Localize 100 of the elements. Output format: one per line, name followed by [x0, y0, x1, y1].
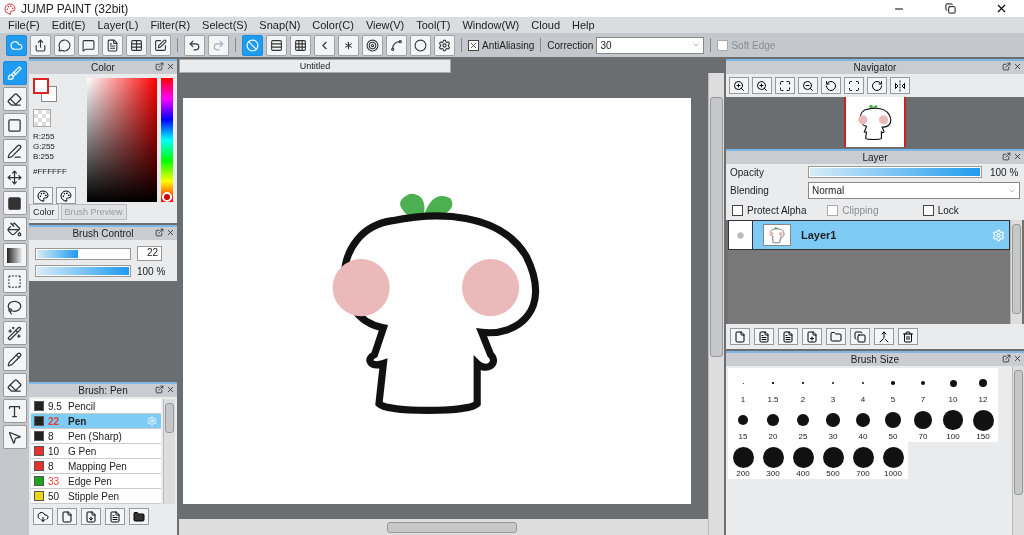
palette-button[interactable]	[33, 187, 53, 204]
brush-item[interactable]: 9.5 Pencil	[31, 399, 161, 414]
correction-dropdown[interactable]: 30	[596, 36, 705, 54]
tool-button[interactable]	[2, 373, 27, 397]
menu-item[interactable]: Color(C)	[306, 19, 360, 31]
toolbar-button[interactable]	[54, 34, 75, 56]
brush-size-option[interactable]: 20	[758, 405, 788, 442]
undock-icon[interactable]	[1002, 62, 1011, 71]
menu-item[interactable]: View(V)	[359, 19, 411, 31]
menu-item[interactable]: Tool(T)	[410, 19, 457, 31]
navigator-button[interactable]	[867, 77, 887, 94]
checkbox[interactable]	[922, 205, 934, 216]
close-icon[interactable]	[1013, 152, 1022, 161]
snap-button[interactable]	[290, 34, 311, 56]
tool-button[interactable]	[2, 425, 27, 449]
checkbox[interactable]	[468, 39, 479, 51]
document-tab[interactable]: Untitled	[179, 59, 451, 73]
navigator-button[interactable]	[798, 77, 818, 94]
size-field[interactable]: 22	[137, 246, 162, 261]
toolbar-button[interactable]	[102, 34, 123, 56]
tool-button[interactable]	[2, 87, 27, 111]
tool-button[interactable]	[2, 243, 27, 267]
brush-size-option[interactable]: 1000	[878, 442, 908, 479]
snap-button[interactable]	[266, 34, 287, 56]
palette-button[interactable]	[56, 187, 76, 204]
undo-button[interactable]	[184, 34, 205, 56]
menu-item[interactable]: Edit(E)	[45, 19, 92, 31]
undock-icon[interactable]	[1002, 152, 1011, 161]
brush-size-option[interactable]: 200	[728, 442, 758, 479]
tool-button[interactable]	[2, 217, 27, 241]
undock-icon[interactable]	[155, 228, 164, 237]
brush-size-option[interactable]: 50	[878, 405, 908, 442]
layer-button[interactable]	[778, 328, 798, 345]
toolbar-button[interactable]	[150, 34, 171, 56]
scrollbar[interactable]	[708, 73, 724, 535]
scrollbar[interactable]	[1012, 366, 1024, 535]
brush-size-option[interactable]: 1	[728, 368, 758, 405]
close-icon[interactable]	[166, 228, 175, 237]
brush-item[interactable]: 10 G Pen	[31, 444, 161, 459]
brush-size-option[interactable]: 400	[788, 442, 818, 479]
brush-size-option[interactable]: 30	[818, 405, 848, 442]
scrollbar[interactable]	[179, 519, 708, 535]
tool-button[interactable]	[2, 347, 27, 371]
brush-item[interactable]: 8 Pen (Sharp)	[31, 429, 161, 444]
brush-size-option[interactable]: 15	[728, 405, 758, 442]
brush-item[interactable]: 33 Edge Pen	[31, 474, 161, 489]
brush-size-option[interactable]: 7	[908, 368, 938, 405]
menu-item[interactable]: Cloud	[525, 19, 566, 31]
navigator-button[interactable]	[752, 77, 772, 94]
navigator-button[interactable]	[890, 77, 910, 94]
menu-item[interactable]: Snap(N)	[253, 19, 307, 31]
save-button[interactable]	[105, 508, 125, 525]
undock-icon[interactable]	[155, 62, 164, 71]
toolbar-button[interactable]	[126, 34, 147, 56]
brush-size-option[interactable]: 10	[938, 368, 968, 405]
layer-button[interactable]	[898, 328, 918, 345]
new-brush-button[interactable]	[57, 508, 77, 525]
navigator-button[interactable]	[729, 77, 749, 94]
menu-item[interactable]: Select(S)	[196, 19, 254, 31]
brush-size-option[interactable]: 150	[968, 405, 998, 442]
snap-button[interactable]	[434, 34, 455, 56]
undock-icon[interactable]	[1002, 354, 1011, 363]
brush-size-option[interactable]: 500	[818, 442, 848, 479]
tool-button[interactable]	[2, 191, 27, 215]
brush-size-option[interactable]: 12	[968, 368, 998, 405]
navigator-button[interactable]	[775, 77, 795, 94]
brush-size-option[interactable]: 5	[878, 368, 908, 405]
menu-item[interactable]: Layer(L)	[91, 19, 145, 31]
snap-button[interactable]	[410, 34, 431, 56]
close-icon[interactable]	[1013, 62, 1022, 71]
menu-item[interactable]: File(F)	[2, 19, 46, 31]
layer-button[interactable]	[874, 328, 894, 345]
brush-item[interactable]: 22 Pen	[31, 414, 161, 429]
brush-size-option[interactable]: 4	[848, 368, 878, 405]
toolbar-button[interactable]	[78, 34, 99, 56]
transparent-swatch[interactable]	[33, 109, 51, 127]
color-field[interactable]	[87, 78, 157, 202]
brush-size-option[interactable]: 300	[758, 442, 788, 479]
menu-item[interactable]: Help	[566, 19, 601, 31]
brush-size-option[interactable]: 2	[788, 368, 818, 405]
snap-button[interactable]	[386, 34, 407, 56]
layer-button[interactable]	[850, 328, 870, 345]
navigator-button[interactable]	[844, 77, 864, 94]
layer-button[interactable]	[730, 328, 750, 345]
brush-size-option[interactable]: 1.5	[758, 368, 788, 405]
tool-button[interactable]	[2, 399, 27, 423]
scrollbar[interactable]	[163, 399, 175, 504]
snap-button[interactable]	[314, 34, 335, 56]
blending-dropdown[interactable]: Normal	[808, 182, 1020, 199]
brush-size-option[interactable]: 700	[848, 442, 878, 479]
layer-button[interactable]	[754, 328, 774, 345]
menu-item[interactable]: Window(W)	[456, 19, 526, 31]
scrollbar[interactable]	[1010, 220, 1022, 324]
tool-button[interactable]	[2, 295, 27, 319]
tool-button[interactable]	[2, 321, 27, 345]
menu-item[interactable]: Filter(R)	[144, 19, 197, 31]
close-icon[interactable]	[166, 62, 175, 71]
tool-button[interactable]	[2, 165, 27, 189]
brush-item[interactable]: 50 Stipple Pen	[31, 489, 161, 504]
close-icon[interactable]	[1013, 354, 1022, 363]
